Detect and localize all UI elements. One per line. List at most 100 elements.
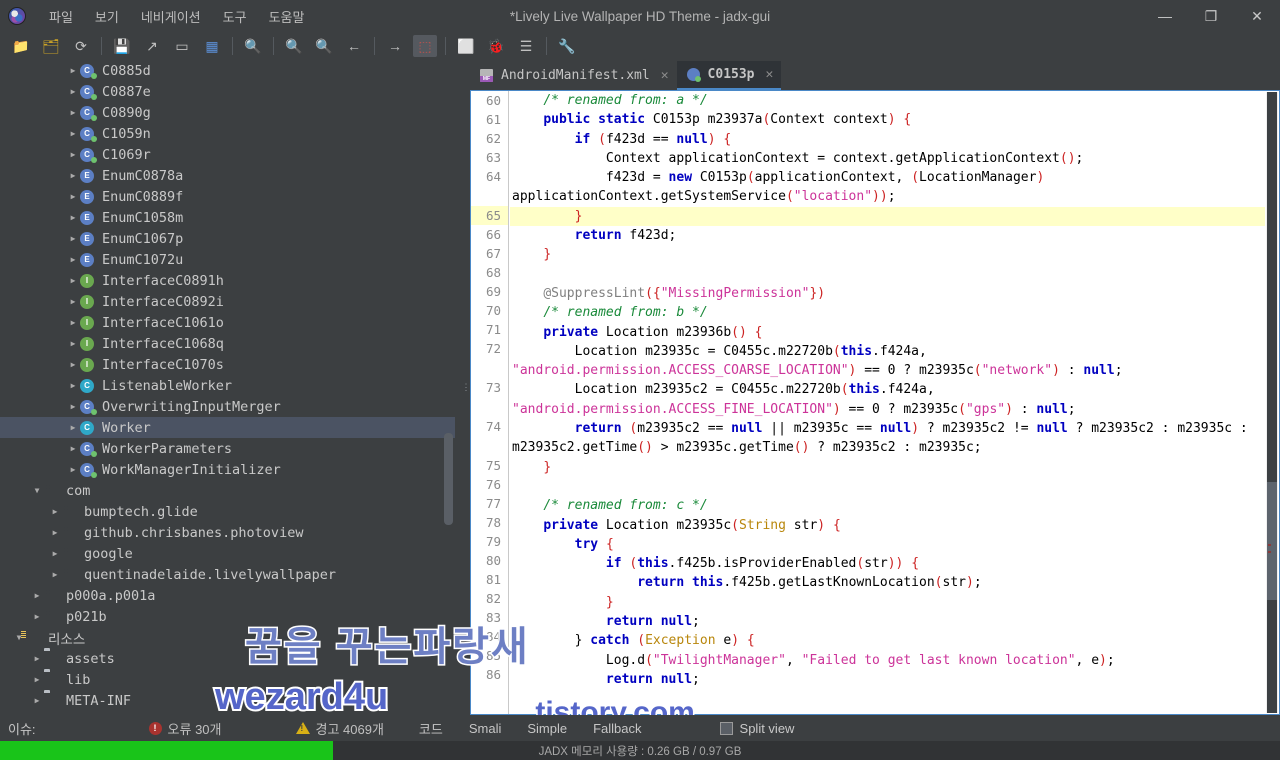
chevron-right-icon[interactable]: ▶ [66, 129, 80, 138]
code-line[interactable]: Location m23935c = C0455c.m22720b(this.f… [510, 342, 1265, 381]
code-line[interactable]: return null; [510, 612, 1265, 631]
code-editor[interactable]: 60 61 62 63 64 65 66 67 68 69 70 71 72 73 74 75 76 77 78 79… [470, 90, 1280, 715]
chevron-right-icon[interactable]: ▶ [48, 549, 62, 558]
deobfuscation-icon[interactable]: ⬚ [413, 35, 437, 57]
code-line[interactable]: return f423d; [510, 226, 1265, 245]
tree-item[interactable]: ▼ com [0, 480, 455, 501]
code-line[interactable]: } catch (Exception e) { [510, 631, 1265, 650]
code-content[interactable]: /* renamed from: a */ public static C015… [510, 91, 1265, 714]
chevron-right-icon[interactable]: ▶ [66, 402, 80, 411]
split-view-toggle[interactable]: Split view [719, 721, 794, 736]
code-line[interactable]: Context applicationContext = context.get… [510, 149, 1265, 168]
tree-item[interactable]: ▶ E EnumC1072u [0, 249, 455, 270]
search-icon[interactable]: 🔍 [241, 35, 265, 57]
chevron-right-icon[interactable]: ▶ [66, 108, 80, 117]
editor-tab[interactable]: AndroidManifest.xml ✕ [470, 61, 677, 90]
chevron-right-icon[interactable]: ▶ [30, 696, 44, 705]
chevron-right-icon[interactable]: ▶ [66, 423, 80, 432]
code-line[interactable]: f423d = new C0153p(applicationContext, (… [510, 168, 1265, 207]
export-icon[interactable]: ↗ [140, 35, 164, 57]
tree-item[interactable]: ▶ quentinadelaide.livelywallpaper [0, 564, 455, 585]
quark-icon[interactable]: ⬜ [454, 35, 478, 57]
tree-item[interactable]: ▶ C WorkManagerInitializer [0, 459, 455, 480]
tree-item[interactable]: ▶ E EnumC0878a [0, 165, 455, 186]
menu-file[interactable]: 파일 [38, 3, 84, 30]
code-line[interactable]: private Location m23936b() { [510, 323, 1265, 342]
debug-bug-icon[interactable]: 🐞 [484, 35, 508, 57]
tree-scrollbar[interactable] [442, 60, 454, 715]
code-line[interactable]: return null; [510, 670, 1265, 689]
tree-item[interactable]: ▶ META-INF [0, 690, 455, 711]
tree-item[interactable]: ▶ google [0, 543, 455, 564]
error-count-group[interactable]: ! 오류 30개 [148, 719, 222, 738]
code-line[interactable]: try { [510, 535, 1265, 554]
log-viewer-icon[interactable]: ☰ [514, 35, 538, 57]
code-line[interactable]: private Location m23935c(String str) { [510, 516, 1265, 535]
save-all-icon[interactable]: 💾 [110, 35, 134, 57]
chevron-right-icon[interactable]: ▶ [30, 675, 44, 684]
navigate-back-icon[interactable]: ← [342, 35, 366, 57]
tree-item[interactable]: ▶ I InterfaceC0891h [0, 270, 455, 291]
tree-item[interactable]: ▶ C ListenableWorker [0, 375, 455, 396]
tree-item[interactable]: ▶ C C0887e [0, 81, 455, 102]
tree-item[interactable]: ▶ I InterfaceC1068q [0, 333, 455, 354]
tree-item[interactable]: ▶ E EnumC1067p [0, 228, 455, 249]
chevron-right-icon[interactable]: ▶ [66, 276, 80, 285]
chevron-right-icon[interactable]: ▶ [66, 360, 80, 369]
code-line[interactable]: /* renamed from: b */ [510, 303, 1265, 322]
code-line[interactable]: /* renamed from: a */ [510, 91, 1265, 110]
code-line[interactable] [510, 477, 1265, 496]
chevron-right-icon[interactable]: ▶ [66, 234, 80, 243]
tree-item[interactable]: ▶ I InterfaceC0892i [0, 291, 455, 312]
tree-item[interactable]: ▶ C C1059n [0, 123, 455, 144]
tree-item[interactable]: ▶ p000a.p001a [0, 585, 455, 606]
editor-scrollbar[interactable] [1266, 92, 1278, 713]
chevron-right-icon[interactable]: ▶ [30, 654, 44, 663]
tree-item[interactable]: ▶ C C0890g [0, 102, 455, 123]
chevron-right-icon[interactable]: ▶ [66, 87, 80, 96]
decompile-icon[interactable]: ▭ [170, 35, 194, 57]
tree-item[interactable]: ▶ assets [0, 648, 455, 669]
tab-fallback[interactable]: Fallback [580, 718, 654, 739]
panel-splitter[interactable]: ⋮ [462, 60, 471, 715]
chevron-right-icon[interactable]: ▶ [66, 171, 80, 180]
open-file-icon[interactable]: 📁 [9, 35, 33, 57]
reload-icon[interactable]: ⟳ [69, 35, 93, 57]
code-line[interactable]: if (f423d == null) { [510, 130, 1265, 149]
code-line[interactable]: } [510, 458, 1265, 477]
open-project-icon[interactable]: ▦ [200, 35, 224, 57]
tab-simple[interactable]: Simple [514, 718, 580, 739]
menu-tools[interactable]: 도구 [212, 3, 258, 30]
tab-close-icon[interactable]: ✕ [766, 67, 774, 82]
code-line[interactable]: Location m23935c2 = C0455c.m22720b(this.… [510, 380, 1265, 419]
tree-item[interactable]: ▶ C C0885d [0, 60, 455, 81]
navigate-forward-icon[interactable]: → [383, 35, 407, 57]
chevron-right-icon[interactable]: ▶ [66, 339, 80, 348]
code-line[interactable]: } [510, 593, 1265, 612]
chevron-right-icon[interactable]: ▶ [48, 507, 62, 516]
code-line[interactable]: return this.f425b.getLastKnownLocation(s… [510, 573, 1265, 592]
maximize-button[interactable]: ❐ [1188, 0, 1234, 32]
code-line[interactable]: Log.d("TwilightManager", "Failed to get … [510, 651, 1265, 670]
code-line[interactable]: public static C0153p m23937a(Context con… [510, 110, 1265, 129]
menu-navigation[interactable]: 네비게이션 [130, 3, 212, 30]
chevron-right-icon[interactable]: ▶ [66, 192, 80, 201]
tree-item[interactable]: ▶ E EnumC0889f [0, 186, 455, 207]
preferences-icon[interactable]: 🔧 [555, 35, 579, 57]
menu-help[interactable]: 도움말 [258, 3, 316, 30]
code-line[interactable]: if (this.f425b.isProviderEnabled(str)) { [510, 554, 1265, 573]
chevron-right-icon[interactable]: ▶ [30, 612, 44, 621]
minimize-button[interactable]: — [1142, 0, 1188, 32]
chevron-right-icon[interactable]: ▶ [66, 213, 80, 222]
tree-item[interactable]: ▶ C Worker [0, 417, 455, 438]
chevron-right-icon[interactable]: ▶ [66, 297, 80, 306]
code-line[interactable]: } [510, 245, 1265, 264]
code-line[interactable]: @SuppressLint({"MissingPermission"}) [510, 284, 1265, 303]
chevron-right-icon[interactable]: ▶ [66, 255, 80, 264]
code-line[interactable]: return (m23935c2 == null || m23935c == n… [510, 419, 1265, 458]
tab-code[interactable]: 코드 [406, 716, 456, 741]
split-view-checkbox[interactable] [719, 721, 733, 735]
tab-close-icon[interactable]: ✕ [661, 68, 669, 83]
chevron-right-icon[interactable]: ▶ [66, 318, 80, 327]
tree-item[interactable]: ▼ 리소스 [0, 627, 455, 648]
